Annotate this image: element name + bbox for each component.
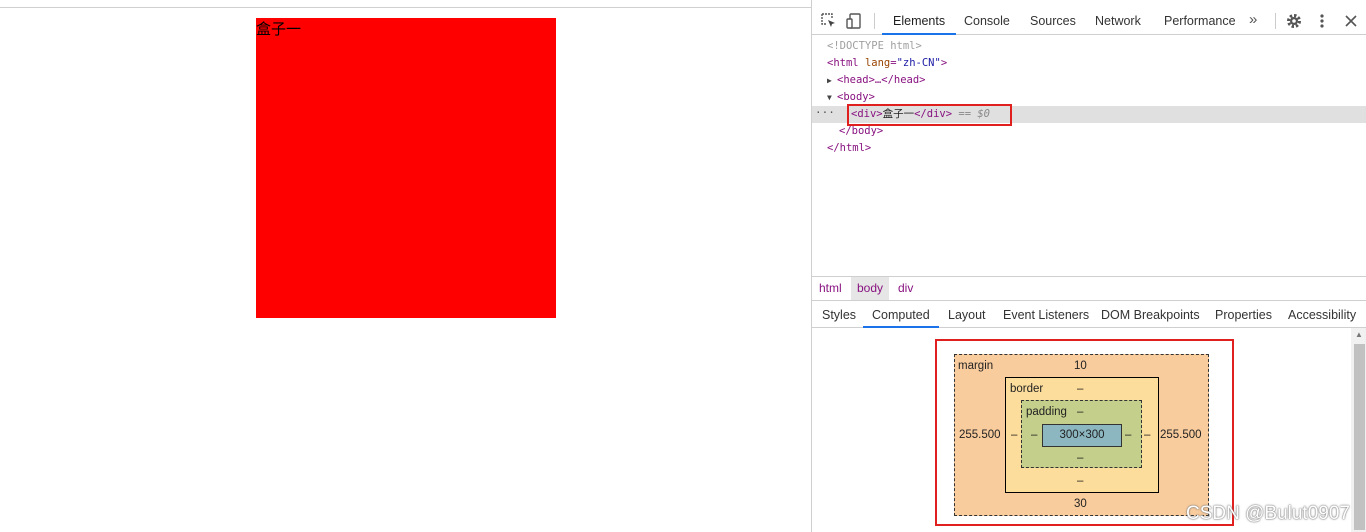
html-close-tag: </html>: [827, 142, 872, 154]
inspect-icon[interactable]: [820, 12, 838, 30]
expand-triangle-icon[interactable]: ▶: [827, 72, 837, 89]
breadcrumb: html body div: [812, 276, 1366, 301]
breadcrumb-html[interactable]: html: [813, 277, 848, 300]
devtools-toolbar: Elements Console Sources Network Perform…: [812, 6, 1366, 35]
tab-dom-breakpoints[interactable]: DOM Breakpoints: [1101, 301, 1200, 328]
breadcrumb-body[interactable]: body: [851, 277, 890, 300]
doctype-text: <!DOCTYPE html>: [827, 40, 922, 52]
more-vert-icon[interactable]: [1313, 12, 1331, 30]
sidebar-tabs: Styles Computed Layout Event Listeners D…: [812, 301, 1366, 328]
scroll-up-icon[interactable]: ▲: [1355, 330, 1363, 339]
device-toggle-icon[interactable]: [845, 12, 863, 30]
tab-event-listeners[interactable]: Event Listeners: [1003, 301, 1089, 328]
breadcrumb-div[interactable]: div: [892, 277, 919, 300]
highlight-frame-box-model: [935, 339, 1234, 526]
html-open-tag: <html: [827, 57, 859, 69]
dom-line-html-close[interactable]: </html>: [827, 140, 871, 157]
page-viewport: 盒子一: [0, 8, 811, 532]
scroll-thumb[interactable]: [1354, 344, 1365, 530]
tab-console[interactable]: Console: [964, 6, 1010, 35]
dom-line-head[interactable]: ▶ <head>…</head>: [827, 72, 926, 89]
row-options-icon[interactable]: ···: [815, 106, 835, 123]
head-tag: <head>…</head>: [837, 74, 926, 86]
tab-accessibility[interactable]: Accessibility: [1288, 301, 1356, 328]
close-icon[interactable]: [1342, 12, 1360, 30]
lang-attr: lang: [864, 57, 891, 69]
tab-styles[interactable]: Styles: [822, 301, 856, 328]
highlight-frame-dom: [847, 104, 1012, 126]
tab-properties[interactable]: Properties: [1215, 301, 1272, 328]
red-box: 盒子一: [256, 18, 556, 318]
tab-performance[interactable]: Performance: [1164, 6, 1236, 35]
toolbar-separator: [874, 13, 875, 29]
html-open-gt: >: [940, 57, 948, 69]
dom-tree: ··· <!DOCTYPE html> <html lang="zh-CN"> …: [812, 36, 1366, 276]
tab-sources[interactable]: Sources: [1030, 6, 1076, 35]
watermark: CSDN @Bulut0907: [1186, 503, 1350, 524]
tab-network[interactable]: Network: [1095, 6, 1141, 35]
dom-line-html[interactable]: <html lang="zh-CN">: [827, 55, 947, 72]
tab-elements[interactable]: Elements: [882, 6, 957, 35]
dom-line-doctype[interactable]: <!DOCTYPE html>: [827, 38, 922, 55]
scrollbar[interactable]: ▲: [1351, 328, 1366, 532]
tab-computed[interactable]: Computed: [863, 301, 939, 328]
devtools-panel: Elements Console Sources Network Perform…: [811, 0, 1366, 532]
tab-layout[interactable]: Layout: [948, 301, 986, 328]
settings-icon[interactable]: [1285, 12, 1303, 30]
body-open-tag: <body>: [837, 91, 875, 103]
collapse-triangle-icon[interactable]: ▼: [827, 89, 837, 106]
toolbar-separator: [1275, 13, 1276, 29]
more-tabs-button[interactable]: »: [1249, 6, 1257, 35]
lang-value: "zh-CN": [896, 57, 941, 69]
body-close-tag: </body>: [839, 125, 884, 137]
